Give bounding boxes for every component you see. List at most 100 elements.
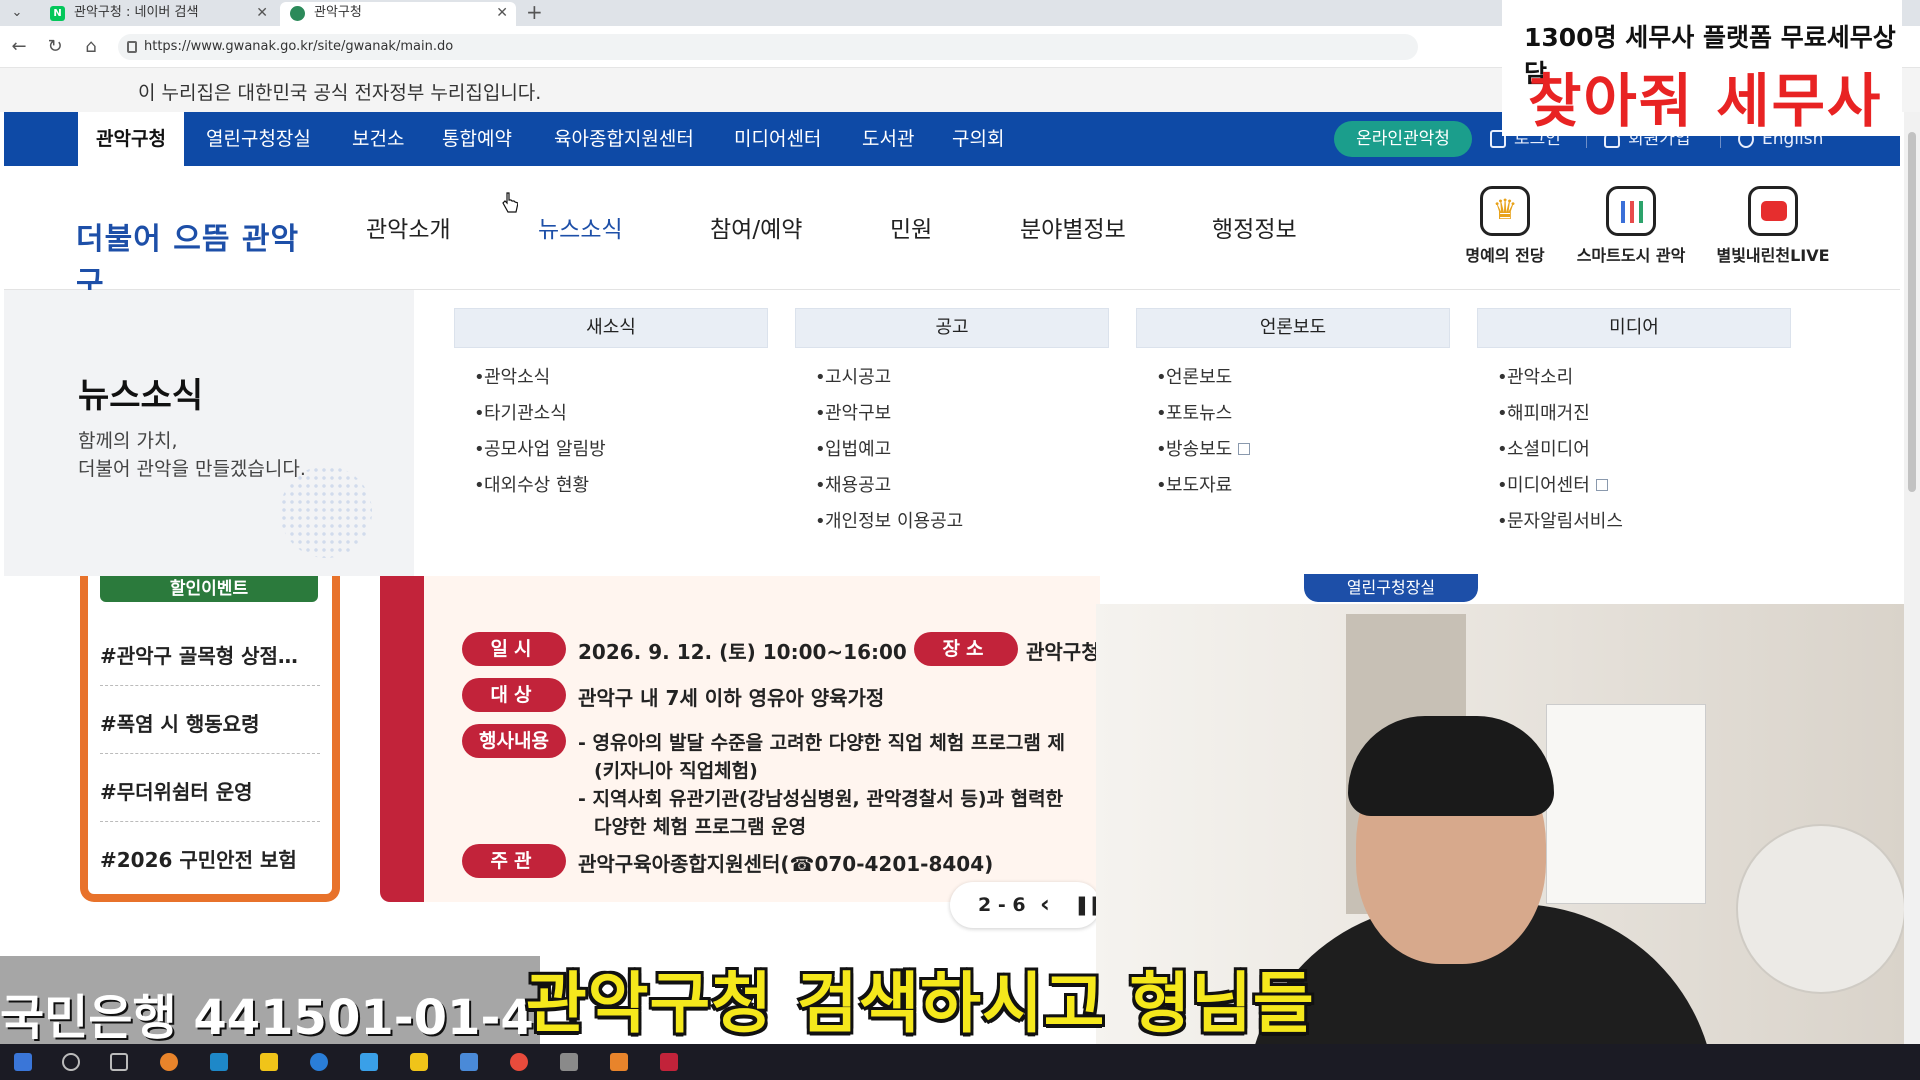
topnav-item-library[interactable]: 도서관 — [862, 112, 914, 166]
ie-icon[interactable] — [310, 1053, 328, 1071]
quick-smart-city[interactable]: 스마트도시 관악 — [1566, 186, 1696, 266]
chrome-icon[interactable] — [510, 1053, 528, 1071]
scrollbar-thumb[interactable] — [1908, 132, 1916, 492]
menu-news[interactable]: 뉴스소식 — [538, 210, 623, 244]
start-icon[interactable] — [14, 1053, 32, 1071]
banner-text: 2026. 9. 12. (토) 10:00~16:00 — [578, 640, 907, 664]
gwanak-logo[interactable]: 더불어 으뜸 관악구 — [76, 200, 306, 301]
mega-link[interactable]: 공모사업 알림방 — [454, 432, 768, 468]
event-banner[interactable]: 일시 2026. 9. 12. (토) 10:00~16:00 장소 관악구청 … — [380, 576, 1100, 902]
column-header: 미디어 — [1477, 308, 1791, 348]
mega-link[interactable]: 포토뉴스 — [1136, 396, 1450, 432]
topnav-item-health[interactable]: 보건소 — [352, 112, 404, 166]
online-gwanak-button[interactable]: 온라인관악청 — [1334, 121, 1472, 157]
tab-list-chevron-icon[interactable]: ⌄ — [8, 4, 26, 22]
home-icon[interactable]: ⌂ — [80, 36, 102, 58]
gov-official-notice: 이 누리집은 대한민국 공식 전자정부 누리집입니다. — [138, 82, 542, 104]
hashtag-link[interactable]: #무더위쉼터 운영 — [100, 776, 320, 822]
mega-link[interactable]: 언론보도 — [1136, 360, 1450, 396]
banner-pill: 대상 — [462, 678, 566, 712]
news-mega-menu: 뉴스소식 함께의 가치, 더불어 관악을 만들겠습니다. 새소식 관악소식 타기… — [4, 290, 1900, 576]
mega-link[interactable]: 해피매거진 — [1477, 396, 1791, 432]
menu-participation[interactable]: 참여/예약 — [710, 210, 802, 244]
mega-link-external[interactable]: 방송보도 — [1136, 432, 1450, 468]
hashtag-link[interactable]: #2026 구민안전 보험 — [100, 844, 320, 889]
topnav-item-media[interactable]: 미디어센터 — [734, 112, 821, 166]
mega-link[interactable]: 채용공고 — [795, 468, 1109, 504]
mega-link[interactable]: 관악소식 — [454, 360, 768, 396]
page-scrollbar[interactable] — [1904, 112, 1920, 1044]
hashtag-link[interactable]: #관악구 골목형 상점… — [100, 640, 320, 686]
quick-hall-of-fame[interactable]: 명예의 전당 — [1440, 186, 1570, 266]
quick-live[interactable]: 별빛내린천LIVE — [1708, 186, 1838, 266]
reload-icon[interactable]: ↻ — [44, 36, 66, 58]
mega-link[interactable]: 타기관소식 — [454, 396, 768, 432]
topnav-item-childcare[interactable]: 육아종합지원센터 — [554, 112, 694, 166]
topnav-item-gwanak[interactable]: 관악구청 — [78, 112, 184, 166]
pager-count: 2 - 6 — [978, 894, 1026, 916]
url-text: https://www.gwanak.go.kr/site/gwanak/mai… — [144, 39, 454, 54]
app-icon[interactable] — [460, 1053, 478, 1071]
app-icon[interactable] — [160, 1053, 178, 1071]
mega-title: 뉴스소식 — [78, 376, 204, 416]
quick-label: 스마트도시 관악 — [1576, 246, 1686, 265]
mega-link[interactable]: 소셜미디어 — [1477, 432, 1791, 468]
mega-link-label: 미디어센터 — [1507, 475, 1590, 496]
banner-pill: 장소 — [914, 632, 1018, 666]
app-icon[interactable] — [360, 1053, 378, 1071]
mega-desc-line: 더불어 관악을 만들겠습니다. — [78, 458, 306, 480]
mega-link[interactable]: 고시공고 — [795, 360, 1109, 396]
banner-text: 다양한 체험 프로그램 운영 — [594, 816, 807, 838]
mega-link[interactable]: 관악구보 — [795, 396, 1109, 432]
menu-civil[interactable]: 민원 — [890, 210, 932, 244]
search-icon[interactable] — [62, 1053, 80, 1071]
mega-link[interactable]: 보도자료 — [1136, 468, 1450, 504]
close-tab-icon[interactable]: ✕ — [496, 2, 508, 24]
menu-about[interactable]: 관악소개 — [366, 210, 451, 244]
column-header: 새소식 — [454, 308, 768, 348]
app-icon[interactable] — [660, 1053, 678, 1071]
back-arrow-icon[interactable]: ← — [8, 36, 30, 58]
chat-icon[interactable] — [410, 1053, 428, 1071]
topnav-item-mayor[interactable]: 열린구청장실 — [206, 112, 311, 166]
banner-text: - 영유아의 발달 수준을 고려한 다양한 직업 체험 프로그램 제 — [578, 732, 1065, 754]
mega-link[interactable]: 개인정보 이용공고 — [795, 504, 1109, 540]
folder-icon[interactable] — [260, 1053, 278, 1071]
mega-link[interactable]: 입법예고 — [795, 432, 1109, 468]
bank-account-text: 국민은행 441501-01-4 — [0, 990, 534, 1046]
hand-cursor-icon — [502, 192, 518, 213]
topnav-item-reservation[interactable]: 통합예약 — [442, 112, 512, 166]
mega-link[interactable]: 문자알림서비스 — [1477, 504, 1791, 540]
chart-icon — [1606, 186, 1656, 236]
banner-pill: 주관 — [462, 844, 566, 878]
menu-admin-info[interactable]: 행정정보 — [1212, 210, 1297, 244]
app-icon[interactable] — [560, 1053, 578, 1071]
room-shelf — [1546, 704, 1706, 904]
url-input[interactable]: https://www.gwanak.go.kr/site/gwanak/mai… — [118, 34, 1418, 60]
browser-tab-naver[interactable]: N 관악구청 : 네이버 검색 ✕ — [40, 2, 276, 26]
menu-field-info[interactable]: 분야별정보 — [1020, 210, 1126, 244]
mega-menu-intro: 뉴스소식 함께의 가치, 더불어 관악을 만들겠습니다. — [4, 290, 414, 576]
banner-pager: 2 - 6 ‹ ❚❚ — [950, 882, 1104, 928]
edge-icon[interactable] — [210, 1053, 228, 1071]
discount-event-button[interactable]: 할인이벤트 — [100, 576, 318, 602]
mayor-office-tab[interactable]: 열린구청장실 — [1304, 574, 1478, 602]
mega-column-notice: 공고 고시공고 관악구보 입법예고 채용공고 개인정보 이용공고 — [795, 308, 1109, 540]
banner-text: - 지역사회 유관기관(강남성심병원, 관악경찰서 등)과 협력한 — [578, 788, 1064, 810]
column-header: 언론보도 — [1136, 308, 1450, 348]
stream-subtitle: 관악구청 검색하시고 형님들 — [526, 965, 1315, 1042]
mega-link[interactable]: 관악소리 — [1477, 360, 1791, 396]
app-icon[interactable] — [610, 1053, 628, 1071]
browser-tab-gwanak[interactable]: 관악구청 ✕ — [280, 2, 516, 26]
topnav-item-council[interactable]: 구의회 — [952, 112, 1004, 166]
quick-label: 명예의 전당 — [1465, 246, 1545, 265]
tab-title: 관악구청 — [314, 5, 362, 20]
hashtag-link[interactable]: #폭염 시 행동요령 — [100, 708, 320, 754]
streamer-hair — [1348, 716, 1554, 816]
prev-arrow-icon[interactable]: ‹ — [1040, 890, 1050, 918]
close-tab-icon[interactable]: ✕ — [256, 2, 268, 24]
task-view-icon[interactable] — [110, 1053, 128, 1071]
mega-link[interactable]: 대외수상 현황 — [454, 468, 768, 504]
new-tab-plus-icon[interactable]: + — [526, 0, 543, 24]
mega-link-external[interactable]: 미디어센터 — [1477, 468, 1791, 504]
